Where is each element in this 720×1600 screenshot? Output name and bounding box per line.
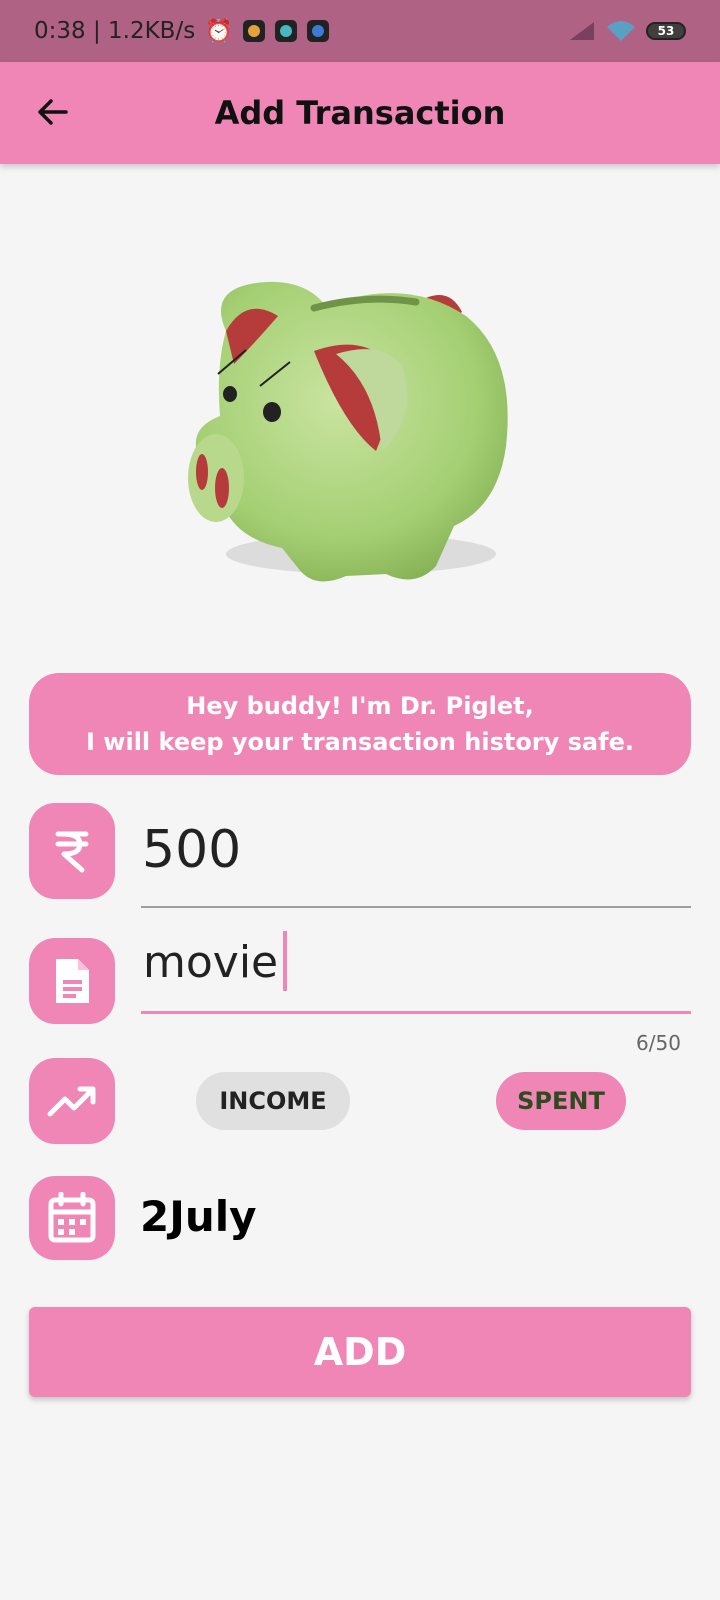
notification-app-icon xyxy=(242,20,265,42)
signal-icon xyxy=(570,22,594,40)
battery-level: 53 xyxy=(657,24,675,38)
note-input[interactable]: movie xyxy=(143,937,278,988)
amount-input[interactable]: 500 xyxy=(142,820,241,880)
rupee-glyph xyxy=(55,831,89,873)
app-bar: Add Transaction xyxy=(0,62,720,164)
date-value[interactable]: 2July xyxy=(140,1192,257,1241)
status-left: 0:38 | 1.2KB/s ⏰ xyxy=(34,18,329,44)
battery-icon: 53 xyxy=(646,22,686,40)
banner-line-2: I will keep your transaction history saf… xyxy=(86,728,634,756)
intro-banner: Hey buddy! I'm Dr. Piglet, I will keep y… xyxy=(29,673,691,775)
rupee-icon xyxy=(29,803,115,899)
calendar-glyph xyxy=(48,1192,96,1243)
notification-app-icon xyxy=(274,20,297,42)
status-time-speed: 0:38 | 1.2KB/s xyxy=(34,18,196,44)
document-glyph xyxy=(56,959,89,1003)
alarm-icon: ⏰ xyxy=(205,18,233,44)
banner-line-1: Hey buddy! I'm Dr. Piglet, xyxy=(186,692,534,720)
page-title: Add Transaction xyxy=(214,94,506,132)
status-bar: 0:38 | 1.2KB/s ⏰ 53 xyxy=(0,0,720,62)
piggy-bank-illustration xyxy=(188,281,508,582)
note-underline xyxy=(141,1011,691,1014)
add-button[interactable]: ADD xyxy=(29,1307,691,1397)
income-chip[interactable]: INCOME xyxy=(196,1072,350,1130)
notification-app-icon xyxy=(306,20,329,42)
spent-chip[interactable]: SPENT xyxy=(496,1072,626,1130)
document-icon xyxy=(29,938,115,1024)
text-cursor xyxy=(283,931,287,991)
trending-up-glyph xyxy=(47,1086,96,1117)
note-char-counter: 6/50 xyxy=(636,1031,681,1055)
trending-up-icon xyxy=(29,1058,115,1144)
status-right: 53 xyxy=(568,19,686,43)
calendar-icon[interactable] xyxy=(29,1176,115,1260)
arrow-back-icon[interactable] xyxy=(32,92,72,132)
amount-underline xyxy=(141,906,691,908)
wifi-icon xyxy=(607,21,635,41)
